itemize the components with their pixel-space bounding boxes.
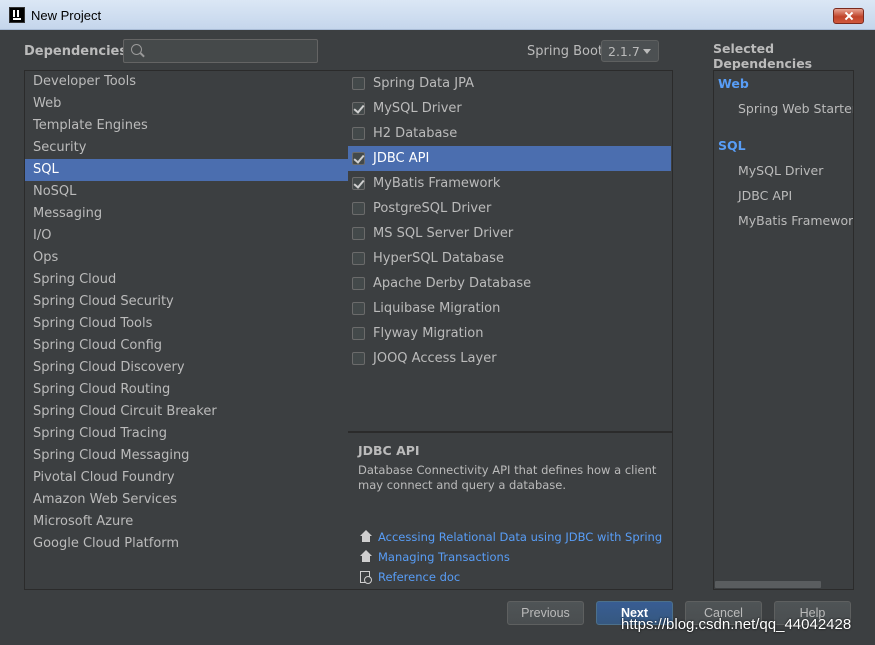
window-close-button[interactable] xyxy=(833,8,864,24)
dependency-label: H2 Database xyxy=(373,126,458,141)
category-item[interactable]: I/O xyxy=(25,225,348,247)
selected-item[interactable]: JDBC API xyxy=(738,188,792,203)
dependency-label: MyBatis Framework xyxy=(373,176,501,191)
dependency-description-panel: JDBC API Database Connectivity API that … xyxy=(348,432,673,590)
category-item[interactable]: Pivotal Cloud Foundry xyxy=(25,467,348,489)
category-item[interactable]: Spring Cloud Config xyxy=(25,335,348,357)
category-item[interactable]: Spring Cloud Discovery xyxy=(25,357,348,379)
category-item[interactable]: Template Engines xyxy=(25,115,348,137)
search-icon xyxy=(131,44,142,55)
dependency-label: HyperSQL Database xyxy=(373,251,504,266)
dependency-item[interactable]: Flyway Migration xyxy=(348,321,671,346)
category-item[interactable]: Spring Cloud xyxy=(25,269,348,291)
dependency-checkbox[interactable] xyxy=(352,352,365,365)
dependency-item[interactable]: Spring Data JPA xyxy=(348,71,671,96)
dependency-checkbox[interactable] xyxy=(352,152,365,165)
category-item[interactable]: Spring Cloud Tools xyxy=(25,313,348,335)
dependency-item[interactable]: MySQL Driver xyxy=(348,96,671,121)
dependency-item[interactable]: JOOQ Access Layer xyxy=(348,346,671,371)
dependency-item[interactable]: MS SQL Server Driver xyxy=(348,221,671,246)
category-item[interactable]: SQL xyxy=(25,159,348,181)
dependency-label: Liquibase Migration xyxy=(373,301,501,316)
dependency-checkbox[interactable] xyxy=(352,202,365,215)
dependency-checkbox[interactable] xyxy=(352,277,365,290)
category-item[interactable]: Spring Cloud Circuit Breaker xyxy=(25,401,348,423)
category-item[interactable]: Security xyxy=(25,137,348,159)
link-label: Reference doc xyxy=(378,570,461,584)
dependency-checkbox[interactable] xyxy=(352,177,365,190)
dependency-item[interactable]: Apache Derby Database xyxy=(348,271,671,296)
window-title: New Project xyxy=(31,8,102,23)
description-title: JDBC API xyxy=(358,443,420,458)
horizontal-scrollbar[interactable] xyxy=(715,581,821,588)
dependency-label: Flyway Migration xyxy=(373,326,484,341)
dependency-checkbox[interactable] xyxy=(352,302,365,315)
dependencies-label: Dependencies xyxy=(24,44,128,59)
dependency-item[interactable]: HyperSQL Database xyxy=(348,246,671,271)
dependency-label: Spring Data JPA xyxy=(373,76,474,91)
selected-group-web: Web xyxy=(718,76,749,91)
dependency-label: PostgreSQL Driver xyxy=(373,201,492,216)
category-item[interactable]: Web xyxy=(25,93,348,115)
title-bar: New Project xyxy=(0,0,875,30)
category-item[interactable]: Spring Cloud Routing xyxy=(25,379,348,401)
category-list: Developer Tools Web Template Engines Securi… xyxy=(24,70,349,590)
category-item[interactable]: Messaging xyxy=(25,203,348,225)
selected-dependencies-panel: Web Spring Web Starter SQL MySQL Driver … xyxy=(713,70,854,590)
selected-dependencies-label: Selected Dependencies xyxy=(713,41,813,71)
category-item[interactable]: Google Cloud Platform xyxy=(25,533,348,555)
dependency-label: JOOQ Access Layer xyxy=(373,351,497,366)
dependency-checkbox[interactable] xyxy=(352,227,365,240)
spring-boot-version-value: 2.1.7 xyxy=(608,44,640,59)
link-label: Accessing Relational Data using JDBC wit… xyxy=(378,530,663,544)
home-icon xyxy=(360,550,372,562)
dependency-item[interactable]: PostgreSQL Driver xyxy=(348,196,671,221)
doc-search-icon xyxy=(360,571,372,584)
category-item[interactable]: Spring Cloud Security xyxy=(25,291,348,313)
description-text: Database Connectivity API that defines h… xyxy=(358,463,657,492)
watermark-text: https://blog.csdn.net/qq_44042428 xyxy=(621,616,852,633)
intellij-app-icon xyxy=(9,7,25,23)
category-item[interactable]: Spring Cloud Tracing xyxy=(25,423,348,445)
search-input[interactable] xyxy=(148,42,314,60)
category-item[interactable]: Amazon Web Services xyxy=(25,489,348,511)
category-item[interactable]: Developer Tools xyxy=(25,71,348,93)
dependency-checkbox[interactable] xyxy=(352,327,365,340)
previous-button[interactable]: Previous xyxy=(507,601,584,625)
category-item[interactable]: Microsoft Azure xyxy=(25,511,348,533)
spring-boot-version-select[interactable]: 2.1.7 xyxy=(601,40,659,62)
selected-group-sql: SQL xyxy=(718,138,746,153)
chevron-down-icon xyxy=(643,49,651,54)
selected-item[interactable]: MyBatis Framework xyxy=(738,213,853,228)
dependency-checkbox[interactable] xyxy=(352,77,365,90)
home-icon xyxy=(360,530,372,542)
dependency-checkbox[interactable] xyxy=(352,127,365,140)
spring-boot-label: Spring Boot xyxy=(527,44,604,59)
dependency-label: MS SQL Server Driver xyxy=(373,226,514,241)
dependency-label: Apache Derby Database xyxy=(373,276,532,291)
dependency-item[interactable]: H2 Database xyxy=(348,121,671,146)
dependency-item[interactable]: JDBC API xyxy=(348,146,671,171)
selected-item[interactable]: MySQL Driver xyxy=(738,163,823,178)
category-item[interactable]: NoSQL xyxy=(25,181,348,203)
category-item[interactable]: Ops xyxy=(25,247,348,269)
dependency-list: Spring Data JPA MySQL Driver H2 Database JD… xyxy=(348,70,673,432)
category-item[interactable]: Spring Cloud Messaging xyxy=(25,445,348,467)
dependency-checkbox[interactable] xyxy=(352,102,365,115)
search-box[interactable] xyxy=(123,39,318,63)
dependency-label: MySQL Driver xyxy=(373,101,462,116)
selected-item[interactable]: Spring Web Starter xyxy=(738,101,853,116)
dependency-item[interactable]: Liquibase Migration xyxy=(348,296,671,321)
dependency-item[interactable]: MyBatis Framework xyxy=(348,171,671,196)
link-label: Managing Transactions xyxy=(378,550,510,564)
dependency-label: JDBC API xyxy=(373,151,430,166)
dependency-checkbox[interactable] xyxy=(352,252,365,265)
